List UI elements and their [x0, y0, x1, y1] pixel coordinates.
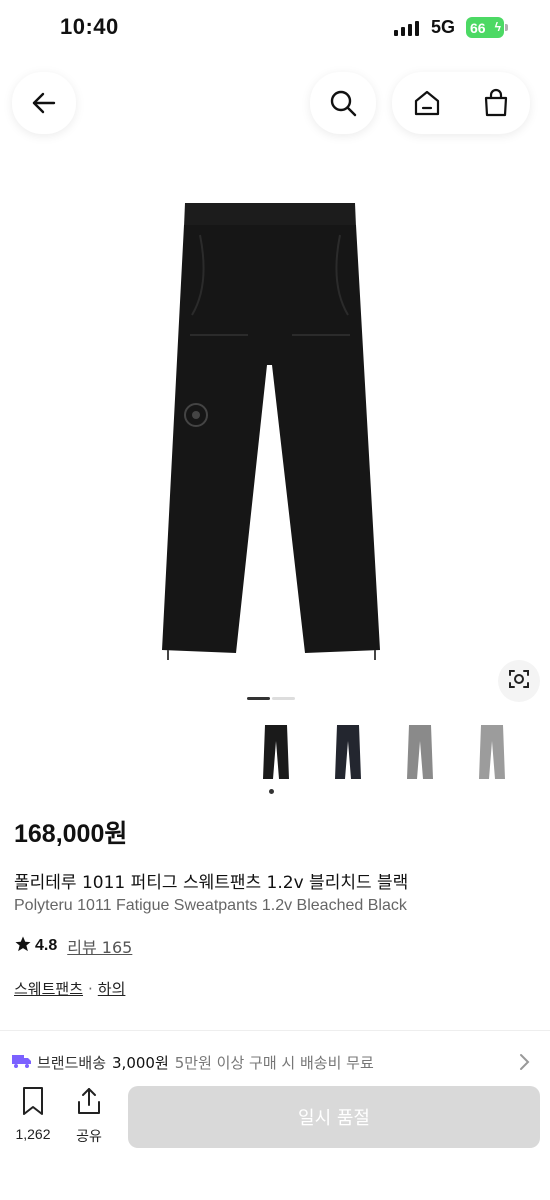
status-bar: 10:40 5G 66 ϟ [0, 0, 550, 58]
thumbnail-light-gray[interactable] [456, 720, 528, 784]
product-name-korean: 폴리테루 1011 퍼티그 스웨트팬츠 1.2v 블리치드 블랙 [14, 873, 409, 893]
chevron-right-icon [516, 1052, 532, 1076]
star-icon [14, 935, 32, 957]
thumbnail-black[interactable] [240, 720, 312, 784]
wishlist-button[interactable]: 1,262 [10, 1086, 56, 1142]
pager-inactive [272, 697, 295, 700]
shipping-fee: 3,000원 [112, 1054, 169, 1072]
thumbnail-navy[interactable] [312, 720, 384, 784]
selected-thumbnail-indicator [269, 789, 274, 794]
charging-bolt-icon: ϟ [494, 20, 501, 34]
pager-active [247, 697, 270, 700]
color-thumbnails [240, 720, 528, 784]
battery-icon: 66 ϟ [466, 17, 504, 38]
category-link[interactable]: 스웨트팬츠 [14, 978, 83, 999]
battery-cap [505, 24, 508, 31]
share-label: 공유 [76, 1128, 102, 1144]
nav-right-group [392, 72, 530, 134]
thumbnail-gray[interactable] [384, 720, 456, 784]
rating-row: 4.8 리뷰 165 [14, 934, 132, 958]
shipping-note: 5만원 이상 구매 시 배송비 무료 [174, 1054, 374, 1072]
category-separator: · [88, 979, 93, 998]
section-divider [0, 1030, 550, 1031]
lens-icon [507, 667, 531, 695]
truck-icon [12, 1053, 32, 1073]
battery-level: 66 [470, 19, 486, 36]
image-search-button[interactable] [498, 660, 540, 702]
wishlist-count: 1,262 [15, 1126, 51, 1142]
shipping-info-row[interactable]: 브랜드배송 3,000원 5만원 이상 구매 시 배송비 무료 [12, 1052, 532, 1073]
arrow-left-icon [24, 83, 64, 123]
product-price: 168,000원 [14, 820, 128, 848]
review-link[interactable]: 리뷰 165 [67, 934, 132, 958]
share-button[interactable]: 공유 [66, 1086, 112, 1146]
bookmark-icon [19, 1086, 47, 1120]
search-icon [323, 83, 363, 123]
shipping-type: 브랜드배송 [37, 1054, 107, 1072]
search-button[interactable] [310, 72, 376, 134]
product-main-image[interactable] [130, 195, 420, 665]
rating-value: 4.8 [35, 937, 58, 954]
network-type: 5G [431, 17, 456, 37]
bottom-action-bar: 1,262 공유 일시 품절 [0, 1076, 550, 1200]
back-button[interactable] [12, 72, 76, 134]
parent-category-link[interactable]: 하의 [98, 978, 126, 999]
image-pager [247, 697, 295, 700]
home-icon[interactable] [407, 83, 447, 123]
share-icon [75, 1086, 103, 1120]
breadcrumb: 스웨트팬츠 · 하의 [14, 978, 125, 999]
signal-icon [394, 20, 419, 36]
product-name-english: Polyteru 1011 Fatigue Sweatpants 1.2v Bl… [14, 897, 407, 914]
sold-out-button[interactable]: 일시 품절 [128, 1086, 540, 1148]
status-time: 10:40 [60, 14, 119, 39]
shopping-bag-icon[interactable] [476, 83, 516, 123]
